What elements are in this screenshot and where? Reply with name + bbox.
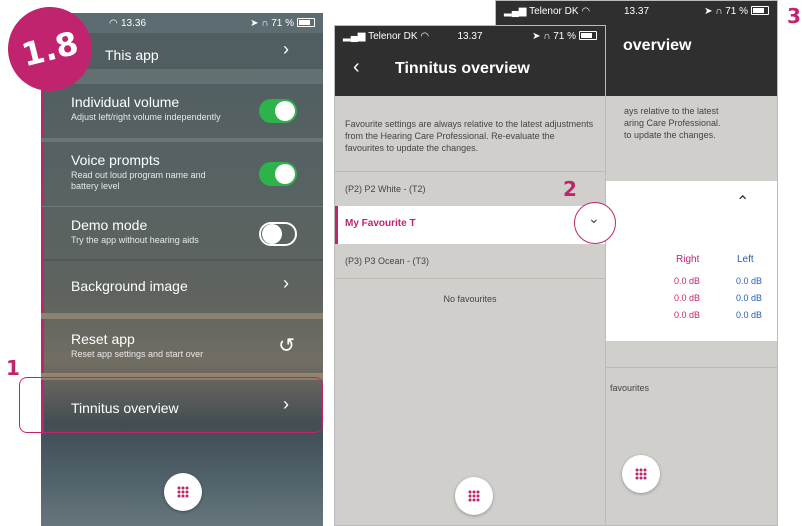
signal-icon: ▂▄▆ [504,5,527,17]
grid-icon [177,486,189,498]
db-value: 0.0 dB [736,310,763,320]
toggle-knob [262,224,282,244]
battery-icon [579,31,597,41]
step-marker-2: 2 [563,177,577,201]
column-left: Left [737,254,754,265]
settings-row-voice-prompts[interactable]: Voice prompts Read out loud program name… [41,142,323,206]
location-icon: ➤ [250,17,259,29]
battery-icon [297,18,315,28]
grid-icon [635,468,647,480]
carrier: Telenor DK [368,30,418,42]
location-icon: ➤ [704,5,713,17]
right-values: 0.0 dB 0.0 dB 0.0 dB [674,273,700,324]
battery-icon [751,6,769,16]
demo-mode-toggle[interactable] [259,222,297,246]
status-bar: ▂▄▆ Telenor DK ◠ 13.37 ➤ ∩ 71 % [496,1,777,21]
battery-percent: 71 % [553,30,576,42]
no-favourites-text: favourites [610,383,650,393]
signal-icon: ▂▄▆ [343,30,366,42]
battery-percent: 71 % [271,17,294,29]
status-bar: ▂▄▆ Telenor DK ◠ 13.37 ➤ ∩ 71 % [335,26,605,46]
note-text: ays relative to the latest aring Care Pr… [624,105,721,141]
wifi-icon: ◠ [581,5,591,17]
back-chevron-icon[interactable]: ‹ [353,56,360,79]
favourite-row[interactable]: My Favourite T [335,206,605,244]
db-value: 0.0 dB [736,293,763,303]
headphones-icon: ∩ [543,30,551,42]
settings-row-individual-volume[interactable]: Individual volume Adjust left/right volu… [41,84,323,138]
battery-percent: 71 % [725,5,748,17]
selected-indicator [335,206,338,244]
carrier: Telenor DK [529,5,579,17]
phone-settings: ◠ 13.36 ➤ ∩ 71 % This app › Individual v… [41,13,323,526]
note-line: ays relative to the latest [624,106,719,116]
db-value: 0.0 dB [674,310,701,320]
note-line: aring Care Professional. [624,118,721,128]
chevron-right-icon: › [283,39,289,59]
step-marker-3: 3 [787,4,801,28]
note-text: Favourite settings are always relative t… [345,119,594,153]
menu-button[interactable] [622,455,660,493]
toggle-knob [275,164,295,184]
tinnitus-row-highlight [19,377,323,433]
phone-tinnitus-overview: ▂▄▆ Telenor DK ◠ 13.37 ➤ ∩ 71 % ‹ Tinnit… [334,25,606,526]
grid-icon [468,490,480,502]
status-time: 13.36 [121,17,147,29]
chevron-up-icon[interactable]: ⌃ [736,192,749,212]
favourite-label: My Favourite T [345,218,416,229]
chevron-right-icon: › [283,273,289,293]
program-row[interactable]: (P3) P3 Ocean - (T3) [335,244,605,279]
expand-button-highlight[interactable]: ⌄ [574,202,616,244]
db-value: 0.0 dB [674,293,701,303]
voice-prompts-toggle[interactable] [259,162,297,186]
menu-button[interactable] [455,477,493,515]
individual-volume-toggle[interactable] [259,99,297,123]
page-title: overview [623,37,692,54]
left-values: 0.0 dB 0.0 dB 0.0 dB [736,273,762,324]
location-icon: ➤ [532,30,541,42]
reset-icon: ↺ [278,335,295,357]
toggle-knob [275,101,295,121]
db-value: 0.0 dB [674,276,701,286]
note-line: to update the changes. [624,130,716,140]
headphones-icon: ∩ [715,5,723,17]
db-value: 0.0 dB [736,276,763,286]
step-marker-1: 1 [6,356,20,380]
column-right: Right [676,254,700,265]
settings-row-background-image[interactable]: Background image › [41,259,323,313]
chevron-down-icon: ⌄ [588,210,600,226]
menu-button[interactable] [164,473,202,511]
settings-row-reset-app[interactable]: Reset app Reset app settings and start o… [41,319,323,373]
page-title: Tinnitus overview [395,60,530,77]
wifi-icon: ◠ [420,30,430,42]
settings-row-demo-mode[interactable]: Demo mode Try the app without hearing ai… [41,207,323,261]
badge-text: 1.8 [17,23,83,75]
wifi-icon: ◠ [109,17,118,29]
no-favourites-text: No favourites [443,294,497,304]
headphones-icon: ∩ [261,17,269,29]
row-sublabel: Read out loud program name and battery l… [71,170,206,191]
